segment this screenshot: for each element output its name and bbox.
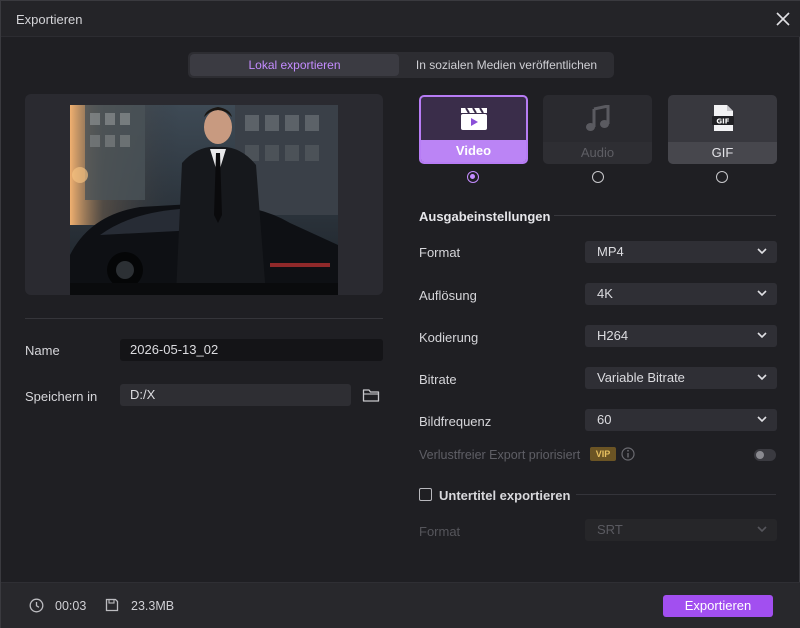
export-type-video-label: Video: [421, 140, 526, 162]
resolution-value: 4K: [597, 286, 613, 301]
close-icon[interactable]: [773, 9, 793, 29]
preview-thumbnail: [70, 105, 338, 295]
save-location-label: Speichern in: [25, 389, 98, 404]
format-select[interactable]: MP4: [585, 241, 777, 263]
resolution-label: Auflösung: [419, 288, 477, 303]
encoding-label: Kodierung: [419, 330, 479, 345]
format-value: MP4: [597, 244, 624, 259]
framerate-label: Bildfrequenz: [419, 414, 492, 429]
section-divider: [554, 215, 776, 216]
file-size-text: 23.3MB: [131, 599, 175, 613]
info-icon[interactable]: [621, 447, 635, 461]
export-type-audio-label: Audio: [543, 142, 652, 164]
subtitle-export-label: Untertitel exportieren: [439, 488, 571, 503]
radio-gif[interactable]: [716, 171, 728, 183]
vip-badge: VIP: [590, 447, 616, 461]
music-note-icon: [585, 105, 609, 131]
subtitle-divider: [576, 494, 776, 495]
lossless-export-label: Verlustfreier Export priorisiert: [419, 448, 581, 462]
encoding-select[interactable]: H264: [585, 325, 777, 347]
file-size-icon: [105, 598, 119, 612]
output-settings-title: Ausgabeinstellungen: [419, 209, 551, 224]
subtitle-format-select[interactable]: SRT: [585, 519, 777, 541]
export-type-gif[interactable]: GIF GIF: [668, 95, 777, 164]
encoding-value: H264: [597, 328, 629, 343]
radio-audio[interactable]: [592, 171, 604, 183]
subtitle-format-value: SRT: [597, 522, 623, 537]
gif-file-icon: GIF: [711, 105, 734, 131]
clapperboard-icon: [460, 107, 487, 130]
tab-local-export[interactable]: Lokal exportieren: [190, 54, 399, 76]
name-input[interactable]: 2026-05-13_02: [120, 339, 383, 361]
chevron-down-icon: [757, 374, 767, 381]
footer-bar: 00:03 23.3MB Exportieren: [1, 582, 800, 628]
folder-icon[interactable]: [362, 387, 380, 403]
export-type-video[interactable]: Video: [419, 95, 528, 164]
format-label: Format: [419, 245, 461, 260]
bitrate-label: Bitrate: [419, 372, 457, 387]
duration-text: 00:03: [55, 599, 87, 613]
chevron-down-icon: [757, 332, 767, 339]
framerate-select[interactable]: 60: [585, 409, 777, 431]
chevron-down-icon: [757, 248, 767, 255]
chevron-down-icon: [757, 526, 767, 533]
save-location-input[interactable]: D:/X: [120, 384, 351, 406]
divider: [25, 318, 383, 319]
lossless-toggle[interactable]: [754, 449, 776, 461]
subtitle-export-checkbox[interactable]: [419, 488, 432, 501]
tab-social-publish[interactable]: In sozialen Medien veröffentlichen: [401, 54, 612, 76]
clock-icon: [29, 598, 44, 613]
title-bar: Exportieren: [1, 1, 800, 37]
chevron-down-icon: [757, 416, 767, 423]
export-dialog: Exportieren Lokal exportieren In soziale…: [0, 0, 800, 628]
dialog-title: Exportieren: [16, 12, 83, 27]
video-preview: [25, 94, 383, 295]
name-label: Name: [25, 343, 60, 358]
export-button[interactable]: Exportieren: [663, 595, 773, 617]
bitrate-select[interactable]: Variable Bitrate: [585, 367, 777, 389]
svg-text:GIF: GIF: [716, 118, 729, 126]
bitrate-value: Variable Bitrate: [597, 370, 685, 385]
resolution-select[interactable]: 4K: [585, 283, 777, 305]
radio-video[interactable]: [467, 171, 479, 183]
framerate-value: 60: [597, 412, 612, 427]
export-type-audio[interactable]: Audio: [543, 95, 652, 164]
subtitle-format-label: Format: [419, 524, 461, 539]
chevron-down-icon: [757, 290, 767, 297]
export-type-gif-label: GIF: [668, 142, 777, 164]
export-mode-tabs: Lokal exportieren In sozialen Medien ver…: [188, 52, 614, 78]
